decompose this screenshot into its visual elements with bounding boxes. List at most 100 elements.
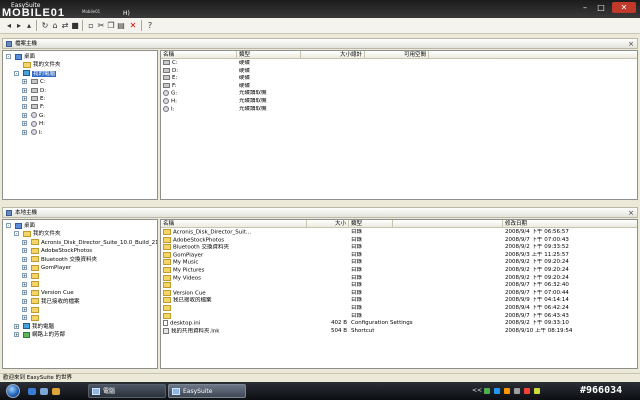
tree-item[interactable]: + <box>22 314 41 322</box>
list-row[interactable]: GomPlayer 目錄 2008/9/3 上午 11:25:57 <box>161 251 637 260</box>
tree-item[interactable]: + F: <box>22 103 45 111</box>
taskbar-button-computer[interactable]: 電腦 <box>88 384 166 398</box>
expand-icon[interactable]: + <box>22 248 27 254</box>
expand-icon[interactable]: + <box>22 112 27 118</box>
close-icon[interactable]: ✕ <box>612 2 636 13</box>
list-row[interactable]: F: 硬碟 <box>161 82 637 91</box>
delete-icon[interactable]: ✕ <box>128 20 138 31</box>
security-tray-icon[interactable] <box>503 387 510 394</box>
tree-item[interactable]: + I: <box>22 129 42 137</box>
tree-item[interactable]: + <box>22 306 41 314</box>
show-desktop-icon[interactable] <box>40 388 48 395</box>
tray-expand-icon[interactable]: << <box>472 387 482 394</box>
list-row[interactable]: I: 光碟讀取機 <box>161 105 637 114</box>
expand-icon[interactable]: + <box>22 87 27 93</box>
tree-item[interactable]: + H: <box>22 120 45 128</box>
list-row[interactable]: 目錄 2008/9/7 下午 06:43:43 <box>161 312 637 321</box>
expand-icon[interactable]: + <box>14 332 19 338</box>
tree-item[interactable]: + Acronis_Disk_Director_Suite_10.0_Build_… <box>22 239 157 247</box>
column-header-name[interactable]: 名稱 <box>161 51 237 59</box>
expand-icon[interactable]: + <box>22 265 27 270</box>
menu-help[interactable]: H) <box>123 10 130 17</box>
list-row[interactable]: 我已接收的檔案 目錄 2008/9/9 下午 04:14:14 <box>161 297 637 305</box>
column-header-size[interactable]: 大小 <box>307 220 349 228</box>
tree-item[interactable]: + C: <box>22 78 46 86</box>
minimize-icon[interactable]: – <box>578 2 592 13</box>
column-header-modified[interactable]: 修改日期 <box>503 220 637 228</box>
tree-item[interactable]: + Bluetooth 交換資料夾 <box>22 256 97 264</box>
tree-item[interactable]: + AdobeStockPhotos <box>22 247 92 255</box>
collapse-icon[interactable]: - <box>6 54 11 59</box>
expand-icon[interactable]: + <box>22 104 27 110</box>
expand-icon[interactable]: + <box>22 281 27 287</box>
list-row[interactable]: 目錄 2008/9/4 下午 06:42:24 <box>161 305 637 313</box>
list-row[interactable]: C: 硬碟 <box>161 60 637 68</box>
explorer-icon[interactable] <box>52 388 60 395</box>
list-row[interactable]: Version Cue 目錄 2008/9/7 下午 07:00:44 <box>161 289 637 298</box>
list-row[interactable]: H: 光碟讀取機 <box>161 98 637 106</box>
start-button[interactable] <box>6 384 20 398</box>
column-header-type[interactable]: 類型 <box>349 220 393 228</box>
tree-item[interactable]: + Version Cue <box>22 289 74 297</box>
home-icon[interactable]: ⌂ <box>50 20 60 31</box>
pane-splitter[interactable] <box>0 201 640 205</box>
forward-icon[interactable]: ▸ <box>14 20 24 31</box>
power-tray-icon[interactable] <box>533 387 540 394</box>
tree-item[interactable]: + 網路上的芳鄰 <box>14 331 65 339</box>
list-row[interactable]: 我的共用資料夾.lnk 504 B Shortcut 2008/9/10 上午 08:… <box>161 327 637 336</box>
tree-item[interactable]: + <box>22 281 41 289</box>
expand-icon[interactable]: + <box>22 79 27 85</box>
ie-icon[interactable] <box>28 388 36 395</box>
column-header-name[interactable]: 名稱 <box>161 220 307 228</box>
collapse-icon[interactable]: - <box>14 70 19 76</box>
list-row[interactable]: D: 硬碟 <box>161 67 637 76</box>
remote-folder-tree[interactable]: - 桌面 我的文件夾 - 我的電腦 + C: + D: + E: + F: + G: + H: + I: <box>2 50 158 200</box>
list-row[interactable]: Acronis_Disk_Director_Suit... 目錄 2008/9/4 … <box>161 229 637 237</box>
network-tray-icon[interactable] <box>483 387 490 394</box>
expand-icon[interactable]: + <box>22 121 27 127</box>
copy-icon[interactable]: ❐ <box>106 20 116 31</box>
list-row[interactable]: My Music 目錄 2008/9/2 下午 09:20:24 <box>161 259 637 267</box>
local-folder-tree[interactable]: - 桌面 - 我的文件夾 + Acronis_Disk_Director_Suite_10… <box>2 219 158 369</box>
taskbar-button-easysuite[interactable]: EasySuite <box>168 384 246 398</box>
tree-item[interactable]: + G: <box>22 112 45 120</box>
tree-item[interactable]: - 桌面 <box>6 222 35 230</box>
expand-icon[interactable]: + <box>22 256 27 262</box>
expand-icon[interactable]: + <box>14 323 19 329</box>
antivirus-tray-icon[interactable] <box>523 387 530 394</box>
tree-item[interactable]: + <box>22 272 41 280</box>
pane-close-icon[interactable]: × <box>628 39 634 49</box>
cut-icon[interactable]: ✂ <box>96 20 106 31</box>
bluetooth-tray-icon[interactable] <box>493 387 500 394</box>
column-header-total-size[interactable]: 大小總計 <box>301 51 365 59</box>
column-header-free-space[interactable]: 可用空間 <box>365 51 429 59</box>
list-row[interactable]: 目錄 2008/9/7 下午 06:32:40 <box>161 282 637 290</box>
help-icon[interactable]: ? <box>145 20 155 31</box>
list-row[interactable]: My Videos 目錄 2008/9/2 下午 09:20:24 <box>161 274 637 283</box>
tree-item[interactable]: - 我的文件夾 <box>14 230 61 238</box>
column-header-type[interactable]: 類型 <box>237 51 301 59</box>
expand-icon[interactable]: + <box>22 273 27 279</box>
paste-icon[interactable]: ▤ <box>116 20 126 31</box>
list-row[interactable]: Bluetooth 交換資料夾 目錄 2008/9/2 下午 09:33:52 <box>161 244 637 252</box>
collapse-icon[interactable]: - <box>14 231 19 237</box>
remote-file-list[interactable]: 名稱 類型 大小總計 可用空間 C: 硬碟 D: 硬碟 E: 硬碟 F: 硬碟 G: 光碟讀取機 H… <box>160 50 638 200</box>
list-row[interactable]: AdobeStockPhotos 目錄 2008/9/7 下午 07:00:43 <box>161 236 637 245</box>
tree-item[interactable]: + 我的電腦 <box>14 323 54 331</box>
list-row[interactable]: My Pictures 目錄 2008/9/2 下午 09:20:24 <box>161 267 637 275</box>
list-row[interactable]: G: 光碟讀取機 <box>161 90 637 98</box>
local-file-list[interactable]: 名稱 大小 類型 修改日期 Acronis_Disk_Director_Suit… <box>160 219 638 369</box>
expand-icon[interactable]: + <box>22 315 27 321</box>
pane-close-icon[interactable]: × <box>628 208 634 218</box>
tree-item[interactable]: 我的文件夾 <box>23 61 61 69</box>
tree-item[interactable]: + D: <box>22 87 46 95</box>
tree-item[interactable]: + 我已接收的檔案 <box>22 298 80 306</box>
expand-icon[interactable]: + <box>22 129 27 135</box>
expand-icon[interactable]: + <box>22 290 27 296</box>
stop-icon[interactable]: ■ <box>70 20 80 31</box>
expand-icon[interactable]: + <box>22 307 27 312</box>
tree-item[interactable]: - 桌面 <box>6 53 35 61</box>
expand-icon[interactable]: + <box>22 96 27 101</box>
tree-item[interactable]: - 我的電腦 <box>14 70 57 78</box>
expand-icon[interactable]: + <box>22 298 27 304</box>
